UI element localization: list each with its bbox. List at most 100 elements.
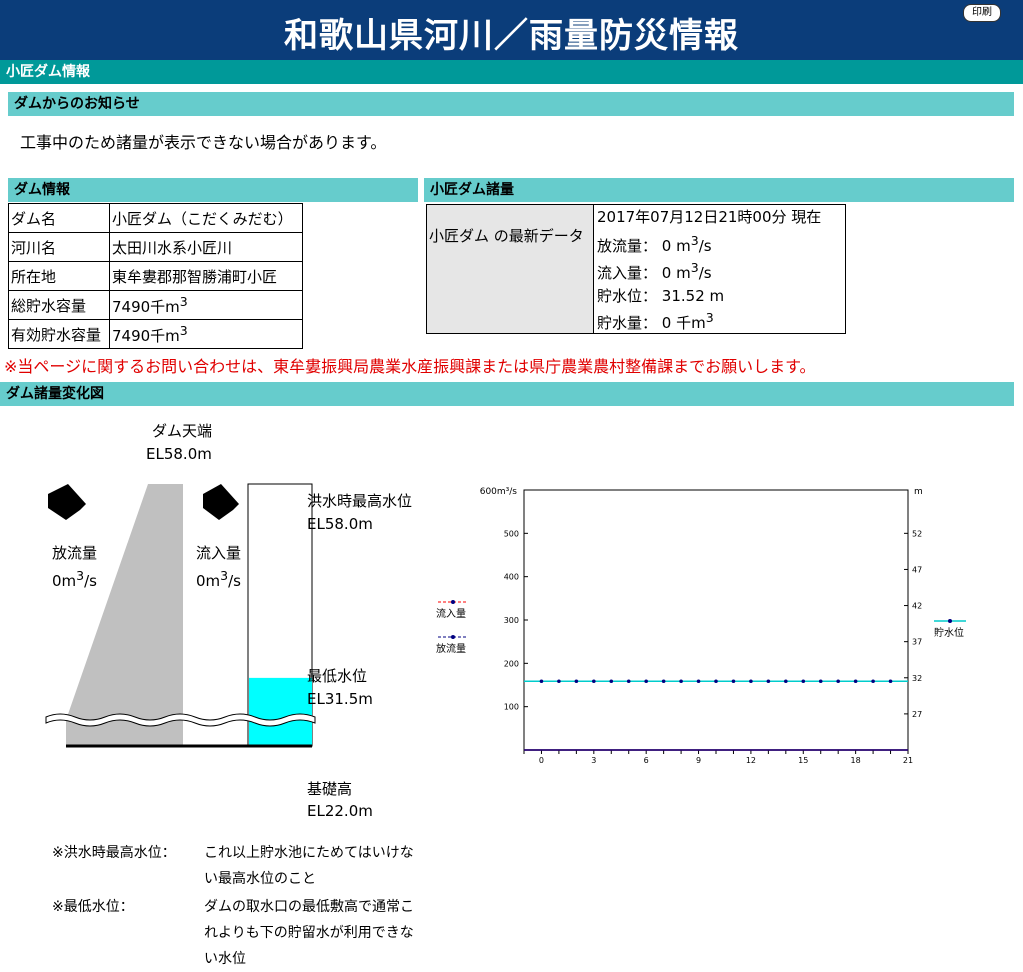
x-tick-label: 21: [903, 756, 913, 765]
outflow-diagram-value: 0m3/s: [52, 568, 97, 590]
y-left-tick-label: 100: [504, 703, 519, 712]
note-term-min: ※最低水位：: [52, 899, 134, 915]
note-desc-min: ダムの取水口の最低敷高で通常これよりも下の貯留水が利用できない水位: [204, 899, 414, 967]
flood-level-elevation: EL58.0m: [307, 515, 373, 533]
total-capacity-key: 総貯水容量: [8, 290, 110, 320]
series-point: [661, 679, 666, 684]
legend-marker: [451, 600, 455, 604]
level-value: 31.52 m: [661, 287, 725, 305]
note-term-flood: ※洪水時最高水位：: [52, 845, 176, 861]
x-tick-label: 12: [746, 756, 756, 765]
series-point: [784, 679, 788, 684]
location-key: 所在地: [8, 261, 110, 291]
dam-body: [66, 484, 183, 746]
outflow-diagram-label: 放流量: [52, 544, 98, 562]
base-label: 基礎高: [307, 780, 353, 798]
storage-row: 貯水量： 0 千m3: [597, 310, 714, 333]
series-point: [609, 679, 614, 684]
series-point: [766, 679, 771, 684]
total-capacity-text: 7490千m: [112, 297, 180, 316]
y-right-tick-label: 47: [912, 565, 922, 574]
dam-name-value: 小匠ダム（こだくみだむ）: [109, 203, 303, 233]
inflow-diagram-number: 0m: [196, 572, 221, 590]
notice-heading: ダムからのお知らせ: [8, 92, 1014, 116]
crest-elevation: EL58.0m: [146, 445, 212, 463]
series-point: [626, 679, 631, 684]
print-button[interactable]: 印刷: [963, 4, 1001, 22]
notice-text: 工事中のため諸量が表示できない場合があります。: [20, 133, 387, 152]
timestamp: 2017年07月12日21時00分 現在: [597, 208, 822, 226]
legend-label: 放流量: [436, 642, 466, 655]
inflow-sup: 3: [690, 260, 699, 275]
inflow-value: 0 m: [661, 264, 691, 282]
total-capacity-sup: 3: [179, 293, 188, 309]
y-left-unit: 600m³/s: [480, 487, 518, 497]
water-level: [249, 677, 312, 746]
outflow-diagram-number: 0m: [52, 572, 77, 590]
x-tick-label: 18: [851, 756, 861, 765]
x-tick-label: 15: [798, 756, 808, 765]
table-row: 有効貯水容量 7490千m3: [8, 319, 303, 349]
table-row: 所在地 東牟婁郡那智勝浦町小匠: [8, 261, 303, 291]
y-right-tick-label: 52: [912, 529, 922, 538]
dam-diagram: [45, 483, 316, 748]
diagram-heading: ダム諸量変化図: [0, 382, 1014, 406]
series-point: [749, 679, 753, 684]
legend-marker: [948, 619, 952, 623]
header-banner: 和歌山県河川／雨量防災情報 印刷: [0, 0, 1023, 60]
series-point: [539, 679, 544, 684]
series-point: [696, 679, 701, 684]
inflow-arrow-icon: [203, 484, 239, 520]
y-right-unit: m: [914, 487, 923, 497]
plot-area: [523, 489, 909, 751]
min-level-label: 最低水位: [307, 667, 368, 685]
table-row: ダム名 小匠ダム（こだくみだむ）: [8, 203, 303, 233]
series-point: [731, 679, 736, 684]
dam-stats-heading: 小匠ダム諸量: [424, 178, 1014, 202]
outflow-diagram-sup: 3: [76, 568, 85, 583]
page-title: 和歌山県河川／雨量防災情報: [284, 16, 739, 56]
effective-capacity-key: 有効貯水容量: [8, 319, 110, 349]
effective-capacity-text: 7490千m: [112, 326, 180, 345]
inflow-diagram-unit: /s: [228, 572, 241, 590]
storage-label: 貯水量：: [597, 314, 658, 332]
inflow-diagram-sup: 3: [220, 568, 229, 583]
table-row: 総貯水容量 7490千m3: [8, 290, 303, 320]
series-point: [592, 679, 596, 684]
crest-label: ダム天端: [152, 422, 213, 440]
series-point: [574, 679, 579, 684]
inflow-diagram-value: 0m3/s: [196, 568, 241, 590]
effective-capacity-sup: 3: [179, 322, 188, 338]
series-point: [644, 679, 648, 684]
series-point: [557, 679, 561, 684]
dam-info-table: ダム名 小匠ダム（こだくみだむ） 河川名 太田川水系小匠川 所在地 東牟婁郡那智勝浦町…: [8, 203, 303, 349]
inflow-diagram-label: 流入量: [196, 544, 242, 562]
storage-sup: 3: [705, 310, 714, 325]
outflow-diagram-unit: /s: [84, 572, 97, 590]
y-right-tick-label: 32: [912, 674, 922, 683]
river-value: 太田川水系小匠川: [109, 232, 303, 262]
series-point: [801, 679, 806, 684]
inflow-unit: /s: [698, 264, 712, 282]
series-point: [888, 679, 893, 684]
legend-marker: [451, 635, 455, 639]
min-level-elevation: EL31.5m: [307, 690, 373, 708]
outflow-unit: /s: [698, 237, 712, 255]
x-tick-label: 9: [696, 756, 701, 765]
dam-chart: 0 3 6 9 12 15 18 21 600m³/s 500 400 300 200 100 m 52 47 4…: [436, 487, 966, 765]
x-tick-label: 0: [539, 756, 544, 765]
note-desc-flood: これ以上貯水池にためてはいけない最高水位のこと: [204, 845, 414, 887]
base-elevation: EL22.0m: [307, 802, 373, 820]
flood-level-label: 洪水時最高水位: [307, 492, 413, 510]
total-capacity-value: 7490千m3: [109, 290, 303, 320]
dam-info-heading: ダム情報: [8, 178, 418, 202]
y-right-tick-label: 37: [912, 638, 922, 647]
y-left-tick-label: 400: [504, 573, 519, 582]
river-key: 河川名: [8, 232, 110, 262]
inflow-label: 流入量：: [597, 264, 658, 282]
storage-value: 0 千m: [661, 314, 706, 332]
contact-warning: ※当ページに関するお問い合わせは、東牟婁振興局農業水産振興課または県庁農業農村整…: [4, 357, 816, 376]
y-right-tick-label: 27: [912, 710, 922, 719]
outflow-sup: 3: [690, 233, 699, 248]
series-point: [836, 679, 840, 684]
